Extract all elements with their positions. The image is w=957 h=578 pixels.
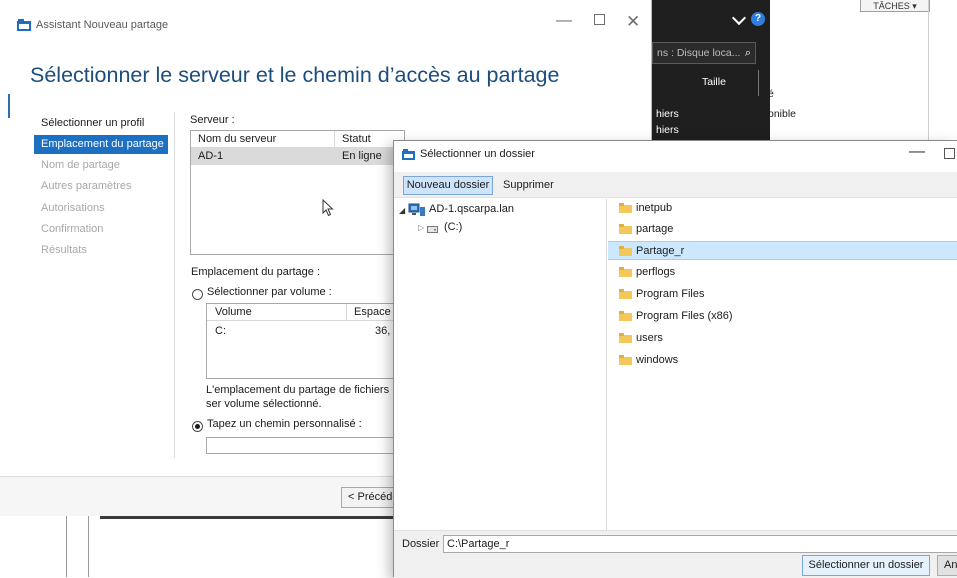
step-results: Résultats xyxy=(41,244,87,256)
volume-cell[interactable]: C: xyxy=(215,324,226,338)
share-location-label: Emplacement du partage : xyxy=(191,266,321,278)
table-row[interactable]: AD-1 En ligne xyxy=(191,148,406,165)
chevron-down-icon[interactable] xyxy=(731,10,747,26)
window-title: Assistant Nouveau partage xyxy=(36,19,169,31)
folder-label: perflogs xyxy=(636,266,676,278)
minimize-button[interactable]: — xyxy=(909,143,925,161)
folder-item-program-files[interactable]: Program Files xyxy=(608,285,957,304)
folder-item-inetpub[interactable]: inetpub xyxy=(608,199,957,218)
server-name-cell: AD-1 xyxy=(198,150,224,162)
search-input[interactable]: ns : Disque loca... ⌕ xyxy=(652,42,756,64)
folder-item-partage-r[interactable]: Partage_r xyxy=(608,241,957,260)
column-header-server-name[interactable]: Nom du serveur xyxy=(191,131,335,148)
new-folder-button[interactable]: Nouveau dossier xyxy=(403,176,493,195)
maximize-button[interactable] xyxy=(594,14,605,25)
folder-icon xyxy=(619,289,632,299)
background-divider xyxy=(88,516,89,577)
server-table: Nom du serveur Statut AD-1 En ligne xyxy=(190,130,415,255)
server-manager-right-panel: TÂCHES ▾ é onible xyxy=(768,0,957,140)
taches-label: TÂCHES xyxy=(873,1,910,11)
folder-icon xyxy=(619,311,632,321)
taches-dropdown[interactable]: TÂCHES ▾ xyxy=(860,0,930,12)
step-share-name: Nom de partage xyxy=(41,159,120,171)
partial-text: onible xyxy=(768,108,797,120)
custom-path-label[interactable]: Tapez un chemin personnalisé : xyxy=(207,418,362,430)
folder-label: inetpub xyxy=(636,202,673,214)
select-by-volume-label[interactable]: Sélectionner par volume : xyxy=(207,286,332,298)
computer-network-icon xyxy=(408,203,425,216)
window-accent-bar xyxy=(8,94,10,118)
select-folder-button[interactable]: Sélectionner un dossier xyxy=(802,555,930,576)
expand-arrow-icon[interactable]: ▷ xyxy=(418,223,424,232)
folder-label: windows xyxy=(636,354,679,366)
tree-item-server[interactable]: AD-1.qscarpa.lan xyxy=(429,203,514,215)
folder-icon xyxy=(619,224,632,234)
partial-text: hiers xyxy=(656,108,679,120)
folder-icon xyxy=(619,267,632,277)
close-button[interactable]: ✕ xyxy=(626,12,640,32)
folder-item-windows[interactable]: windows xyxy=(608,351,957,370)
minimize-button[interactable]: — xyxy=(556,12,572,30)
help-icon[interactable]: ? xyxy=(751,12,765,26)
step-other-settings: Autres paramètres xyxy=(41,180,132,192)
server-status-cell: En ligne xyxy=(342,150,382,162)
folder-label: Program Files xyxy=(636,288,705,300)
dialog-title: Sélectionner un dossier xyxy=(420,148,535,160)
step-select-profile[interactable]: Sélectionner un profil xyxy=(34,114,168,133)
folder-icon xyxy=(619,203,632,213)
search-icon[interactable]: ⌕ xyxy=(745,47,751,60)
drive-icon xyxy=(427,226,438,233)
folder-path-label: Dossier : xyxy=(402,538,446,550)
folder-item-program-files-x86[interactable]: Program Files (x86) xyxy=(608,307,957,326)
folder-item-users[interactable]: users xyxy=(608,329,957,348)
step-share-location[interactable]: Emplacement du partage xyxy=(34,135,168,154)
share-folder-icon xyxy=(17,19,31,31)
select-folder-dialog: Sélectionner un dossier — Nouveau dossie… xyxy=(393,140,957,578)
step-confirmation: Confirmation xyxy=(41,223,104,235)
folder-item-perflogs[interactable]: perflogs xyxy=(608,263,957,282)
space-cell: 36, xyxy=(375,325,391,337)
volume-table: Volume Espace C: 36, xyxy=(206,303,407,379)
background-divider xyxy=(100,516,395,519)
step-permissions: Autorisations xyxy=(41,202,105,214)
folder-icon xyxy=(619,355,632,365)
folder-icon xyxy=(619,246,632,256)
collapse-arrow-icon[interactable]: ◢ xyxy=(399,206,405,215)
folder-list: inetpub partage Partage_r perflogs Progr… xyxy=(608,199,957,530)
server-label: Serveur : xyxy=(190,114,235,126)
folder-label: users xyxy=(636,332,663,344)
folder-label: partage xyxy=(636,223,674,235)
partial-text: é xyxy=(768,88,774,100)
column-divider xyxy=(758,70,759,96)
folder-item-partage[interactable]: partage xyxy=(608,220,957,239)
search-input-text: ns : Disque loca... xyxy=(657,47,741,59)
tree-item-drive-c[interactable]: (C:) xyxy=(444,221,462,233)
folder-icon xyxy=(619,333,632,343)
custom-path-input[interactable] xyxy=(206,437,396,454)
delete-button[interactable]: Supprimer xyxy=(503,176,554,195)
mouse-cursor-icon xyxy=(322,199,334,217)
folder-label: Program Files (x86) xyxy=(636,310,733,322)
folder-path-input[interactable]: C:\Partage_r xyxy=(443,535,957,553)
select-by-volume-radio[interactable] xyxy=(192,289,203,300)
column-header-taille[interactable]: Taille xyxy=(702,76,726,88)
panel-divider xyxy=(928,0,929,140)
wizard-divider xyxy=(174,112,175,458)
share-folder-icon xyxy=(402,149,415,160)
background-divider xyxy=(66,516,67,577)
maximize-button[interactable] xyxy=(944,148,955,159)
column-header-volume[interactable]: Volume xyxy=(207,304,347,321)
cancel-button[interactable]: An xyxy=(937,555,957,576)
folder-label: Partage_r xyxy=(636,245,685,257)
page-title: Sélectionner le serveur et le chemin d’a… xyxy=(30,63,560,87)
previous-button[interactable]: < Précéde xyxy=(341,487,401,508)
server-manager-background: ? ns : Disque loca... ⌕ Taille hiers hie… xyxy=(652,0,770,140)
custom-path-radio[interactable] xyxy=(192,421,203,432)
partial-text: hiers xyxy=(656,124,679,136)
volume-info-text: L'emplacement du partage de fichiers ser… xyxy=(206,384,390,410)
folder-tree xyxy=(394,199,607,530)
